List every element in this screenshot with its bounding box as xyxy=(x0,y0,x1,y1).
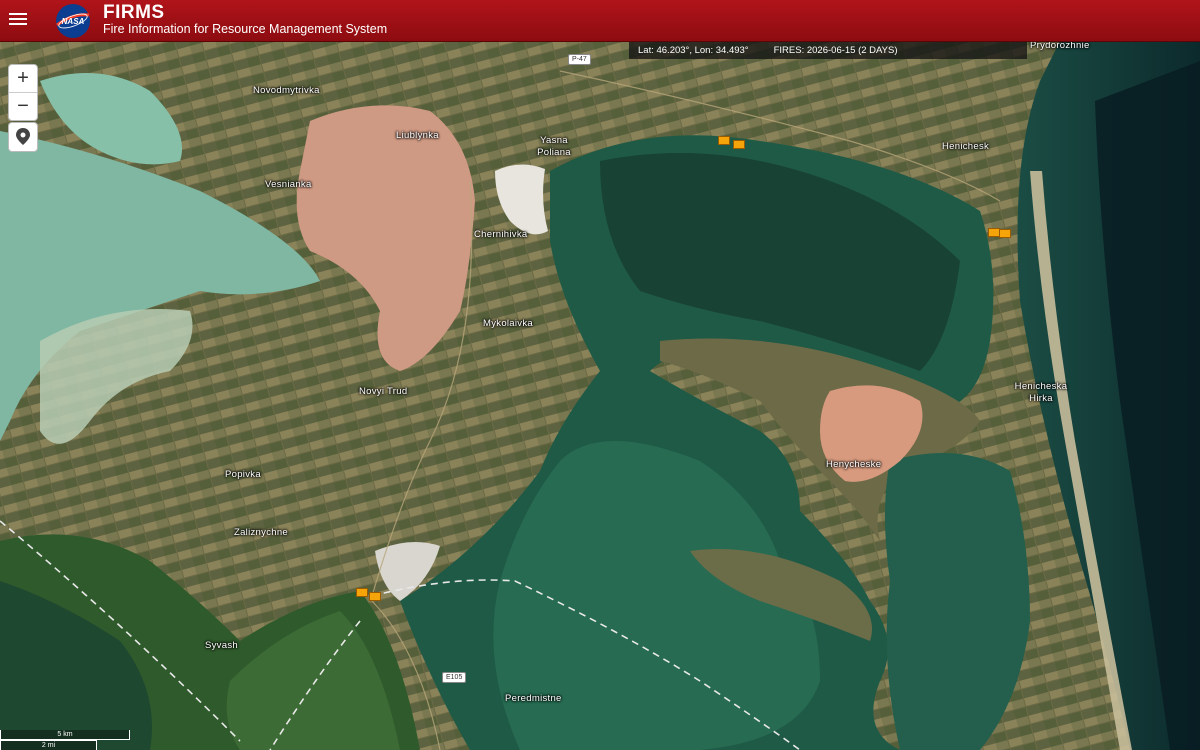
place-label: Henicheska Hirka xyxy=(1014,381,1068,404)
nasa-logo: NASA xyxy=(56,4,90,38)
place-label: Popivka xyxy=(225,469,261,480)
app-title[interactable]: FIRMS xyxy=(103,2,165,24)
place-label: Peredmistne xyxy=(505,693,562,704)
scale-mi: 2 mi xyxy=(0,740,97,750)
cursor-coordinates: Lat: 46.203°, Lon: 34.493° xyxy=(638,44,749,56)
zoom-control: + − xyxy=(8,64,38,121)
app-subtitle: Fire Information for Resource Management… xyxy=(103,22,388,36)
road-shield: E105 xyxy=(442,672,467,683)
location-pin-icon xyxy=(16,128,30,145)
scale-km: 5 km xyxy=(0,730,130,740)
map-canvas[interactable]: Novodmytrivka Liublynka Yasna Poliana Ve… xyxy=(0,41,1200,750)
zoom-out-button[interactable]: − xyxy=(9,92,37,120)
place-label: Vesnianka xyxy=(265,179,312,190)
place-label: Chernihivka xyxy=(474,229,528,240)
hamburger-menu-icon[interactable] xyxy=(9,10,27,30)
fire-marker[interactable] xyxy=(733,140,745,149)
locate-button[interactable] xyxy=(8,122,38,152)
fires-date-range[interactable]: FIRES: 2026-06-15 (2 DAYS) xyxy=(774,45,898,56)
app-header: NASA FIRMS Fire Information for Resource… xyxy=(0,0,1200,42)
place-label: Zaliznychne xyxy=(234,527,288,538)
scale-bar: 5 km 2 mi xyxy=(0,730,130,750)
place-label: Novodmytrivka xyxy=(253,85,320,96)
fire-marker[interactable] xyxy=(999,229,1011,238)
place-label: Henycheske xyxy=(826,459,882,470)
place-label: Liublynka xyxy=(396,130,439,141)
road-shield: P-47 xyxy=(568,54,591,65)
svg-text:NASA: NASA xyxy=(62,17,85,26)
place-label: Novyi Trud xyxy=(359,386,408,397)
place-label: Yasna Poliana xyxy=(537,135,571,158)
map-info-bar: Lat: 46.203°, Lon: 34.493° FIRES: 2026-0… xyxy=(629,41,1027,59)
fire-marker[interactable] xyxy=(369,592,381,601)
zoom-in-button[interactable]: + xyxy=(9,65,37,92)
place-label: Mykolaivka xyxy=(483,318,533,329)
place-label: Prydorozhnie xyxy=(1030,41,1090,51)
place-label: Syvash xyxy=(205,640,238,651)
fire-marker[interactable] xyxy=(718,136,730,145)
fire-marker[interactable] xyxy=(356,588,368,597)
place-label: Henichesk xyxy=(942,141,990,152)
